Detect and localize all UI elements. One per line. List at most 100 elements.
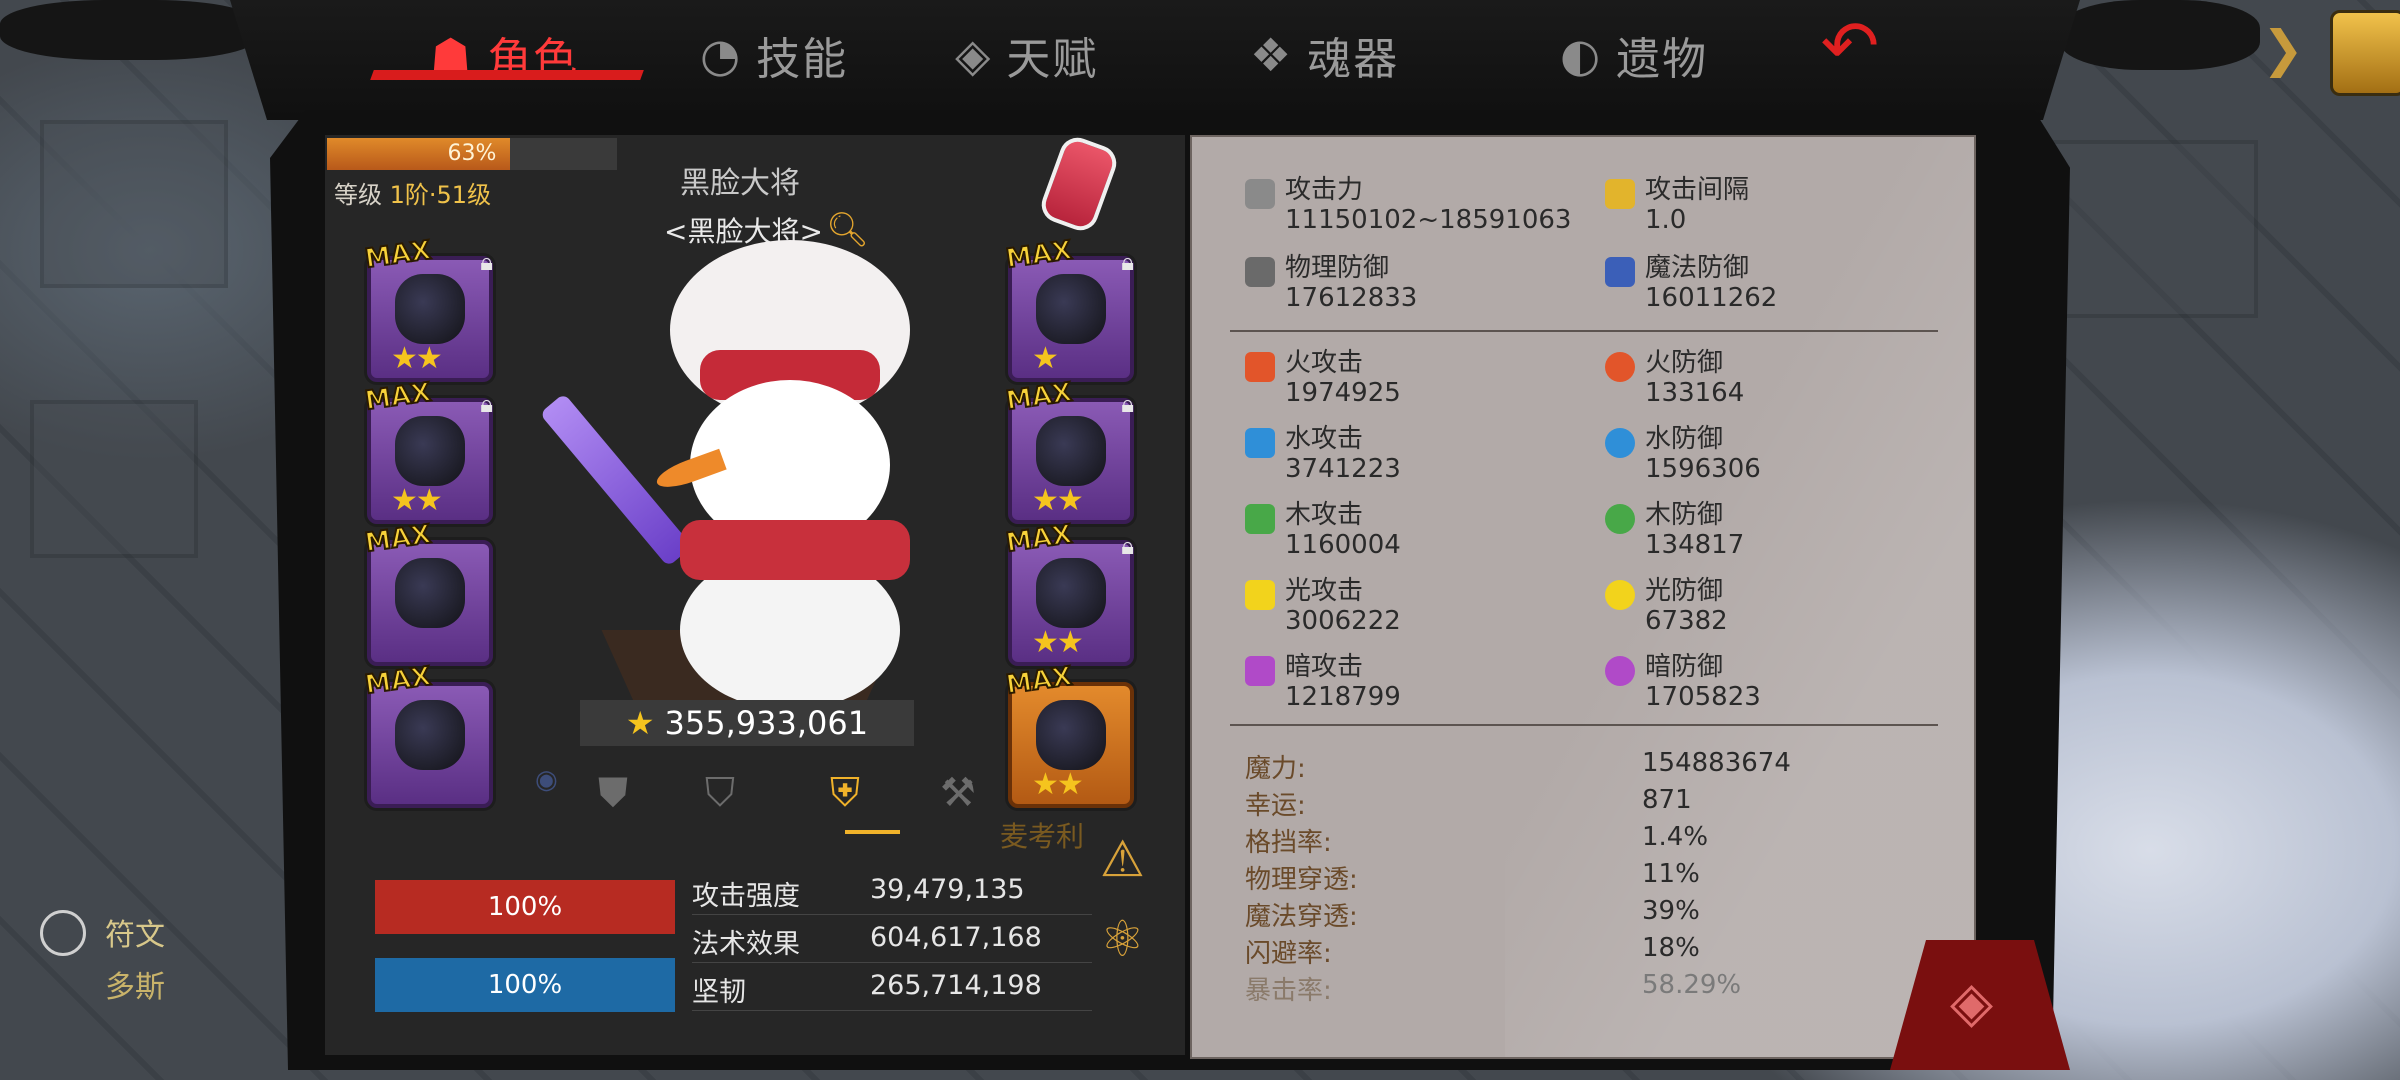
soul-icon: ❖ [1250,28,1294,82]
stat-label: 攻击强度 [692,881,800,912]
misc-value: 1.4% [1642,822,1709,852]
attr-wood-attack: 木攻击 1160004 [1245,500,1401,560]
star-rating: ★★ [1032,767,1084,802]
tab-label: 技能 [756,34,849,85]
attr-value: 1974925 [1285,378,1401,408]
exp-progress-text: 63% [447,141,497,166]
misc-label: 闪避率: [1245,939,1332,969]
attr-attack-interval: 攻击间隔 1.0 [1605,175,1750,235]
ghost-icon: ◉ [535,765,558,795]
attr-value: 67382 [1645,606,1728,636]
mini-tab-indicator [845,830,900,834]
combat-power: ★ 355,933,061 [580,700,914,746]
tab-soul[interactable]: ❖ 魂器 [1250,20,1399,90]
equip-slot-weapon[interactable]: MAX 🔒︎ ★★ [362,377,493,524]
stat-row-spell-effect: 法术效果 604,617,168 [692,916,1092,963]
attr-water-defense: 水防御 1596306 [1605,424,1761,484]
misc-value: 18% [1642,933,1700,963]
talisman-icon [1036,700,1106,770]
equip-slot-armor[interactable]: MAX 🔒︎ ★ [1003,235,1134,382]
magic-defense-icon [1605,257,1635,287]
mackley-label: 麦考利 [1000,820,1085,853]
equip-slot-talisman[interactable]: MAX ★★ [1003,661,1134,808]
outfit-tab-icon[interactable]: ⛊ [598,770,628,816]
misc-label: 魔法穿透: [1245,902,1358,932]
hero-level: 等级 1阶·51级 [334,175,491,210]
helmet-icon [395,274,465,344]
hammer-tab-icon[interactable]: ⚒ [940,770,976,816]
attr-label: 水防御 [1645,424,1724,454]
water-defense-icon [1605,428,1635,458]
misc-value: 871 [1642,785,1692,815]
equip-slot-helmet[interactable]: MAX 🔒︎ ★★ [362,235,493,382]
attr-label: 暗攻击 [1285,652,1364,682]
lock-icon: 🔒︎ [1121,248,1134,276]
hero-name: 黑脸大将 [680,166,800,201]
attr-label: 光攻击 [1285,576,1364,606]
expand-arrow-icon[interactable]: ❯ [2262,20,2304,78]
misc-label: 物理穿透: [1245,865,1358,895]
fire-attack-icon [1245,352,1275,382]
skill-icon: ◔ [700,28,743,82]
attr-value: 3006222 [1285,606,1401,636]
tab-relic[interactable]: ◐ 遗物 [1560,20,1708,90]
wood-defense-icon [1605,504,1635,534]
talent-icon: ◈ [955,28,993,82]
equip-slot-accessory[interactable]: MAX [362,661,493,808]
thorn-decoration [2060,0,2260,70]
attr-light-attack: 光攻击 3006222 [1245,576,1401,636]
relic-icon: ◐ [1560,28,1603,82]
armor-tab-icon[interactable]: ⛉ [705,770,735,816]
tab-label: 魂器 [1307,34,1400,85]
misc-label: 格挡率: [1245,828,1332,858]
lock-icon: 🔒︎ [480,390,493,418]
attr-water-attack: 水攻击 3741223 [1245,424,1401,484]
attr-label: 攻击间隔 [1645,175,1750,205]
chest-armor-icon [1036,416,1106,486]
stat-label: 法术效果 [692,929,800,960]
attr-value: 3741223 [1285,454,1401,484]
mp-bar: 100% [375,958,675,1012]
rune-shortcut[interactable]: 符文 多斯 [40,910,200,1010]
rune-label: 符文 [105,918,165,953]
light-attack-icon [1245,580,1275,610]
level-value: 1阶·51级 [389,181,492,209]
attr-value: 133164 [1645,378,1745,408]
stat-label: 坚韧 [692,977,746,1008]
accessory-icon [395,700,465,770]
star-rating: ★★ [1032,483,1084,518]
attr-fire-attack: 火攻击 1974925 [1245,348,1401,408]
attr-value: 134817 [1645,530,1745,560]
back-button[interactable]: ↶ [1785,5,1915,87]
attr-label: 物理防御 [1285,253,1390,283]
floor-tile [40,120,228,288]
equip-slot-offhand[interactable]: MAX [362,519,493,666]
equip-slot-boots[interactable]: MAX 🔒︎ ★★ [1003,519,1134,666]
star-icon: ★ [625,704,655,742]
hp-bar: 100% [375,880,675,934]
wood-attack-icon [1245,504,1275,534]
water-attack-icon [1245,428,1275,458]
attr-light-defense: 光防御 67382 [1605,576,1728,636]
armor-icon [1036,274,1106,344]
attr-label: 水攻击 [1285,424,1364,454]
stat-value: 265,714,198 [870,970,1042,1001]
attr-label: 光防御 [1645,576,1724,606]
atom-icon[interactable]: ⚛ [1100,910,1145,968]
equip-slot-chest[interactable]: MAX 🔒︎ ★★ [1003,377,1134,524]
treasure-chest-icon[interactable] [2330,10,2400,96]
attr-value: 11150102~18591063 [1285,205,1572,235]
alert-icon[interactable]: ⚠ [1100,830,1145,888]
helmet-tab-icon[interactable]: ⛨ [830,770,860,816]
attr-dark-attack: 暗攻击 1218799 [1245,652,1401,712]
floor-tile [30,400,198,558]
attr-label: 木攻击 [1285,500,1364,530]
attr-fire-defense: 火防御 133164 [1605,348,1745,408]
physical-defense-icon [1245,257,1275,287]
emblem-icon: ◈ [1950,970,1994,1035]
tab-skill[interactable]: ◔ 技能 [700,20,848,90]
tab-talent[interactable]: ◈ 天赋 [955,20,1098,90]
hammer-icon [1605,179,1635,209]
attr-value: 1.0 [1645,205,1687,235]
divider [1230,330,1938,332]
